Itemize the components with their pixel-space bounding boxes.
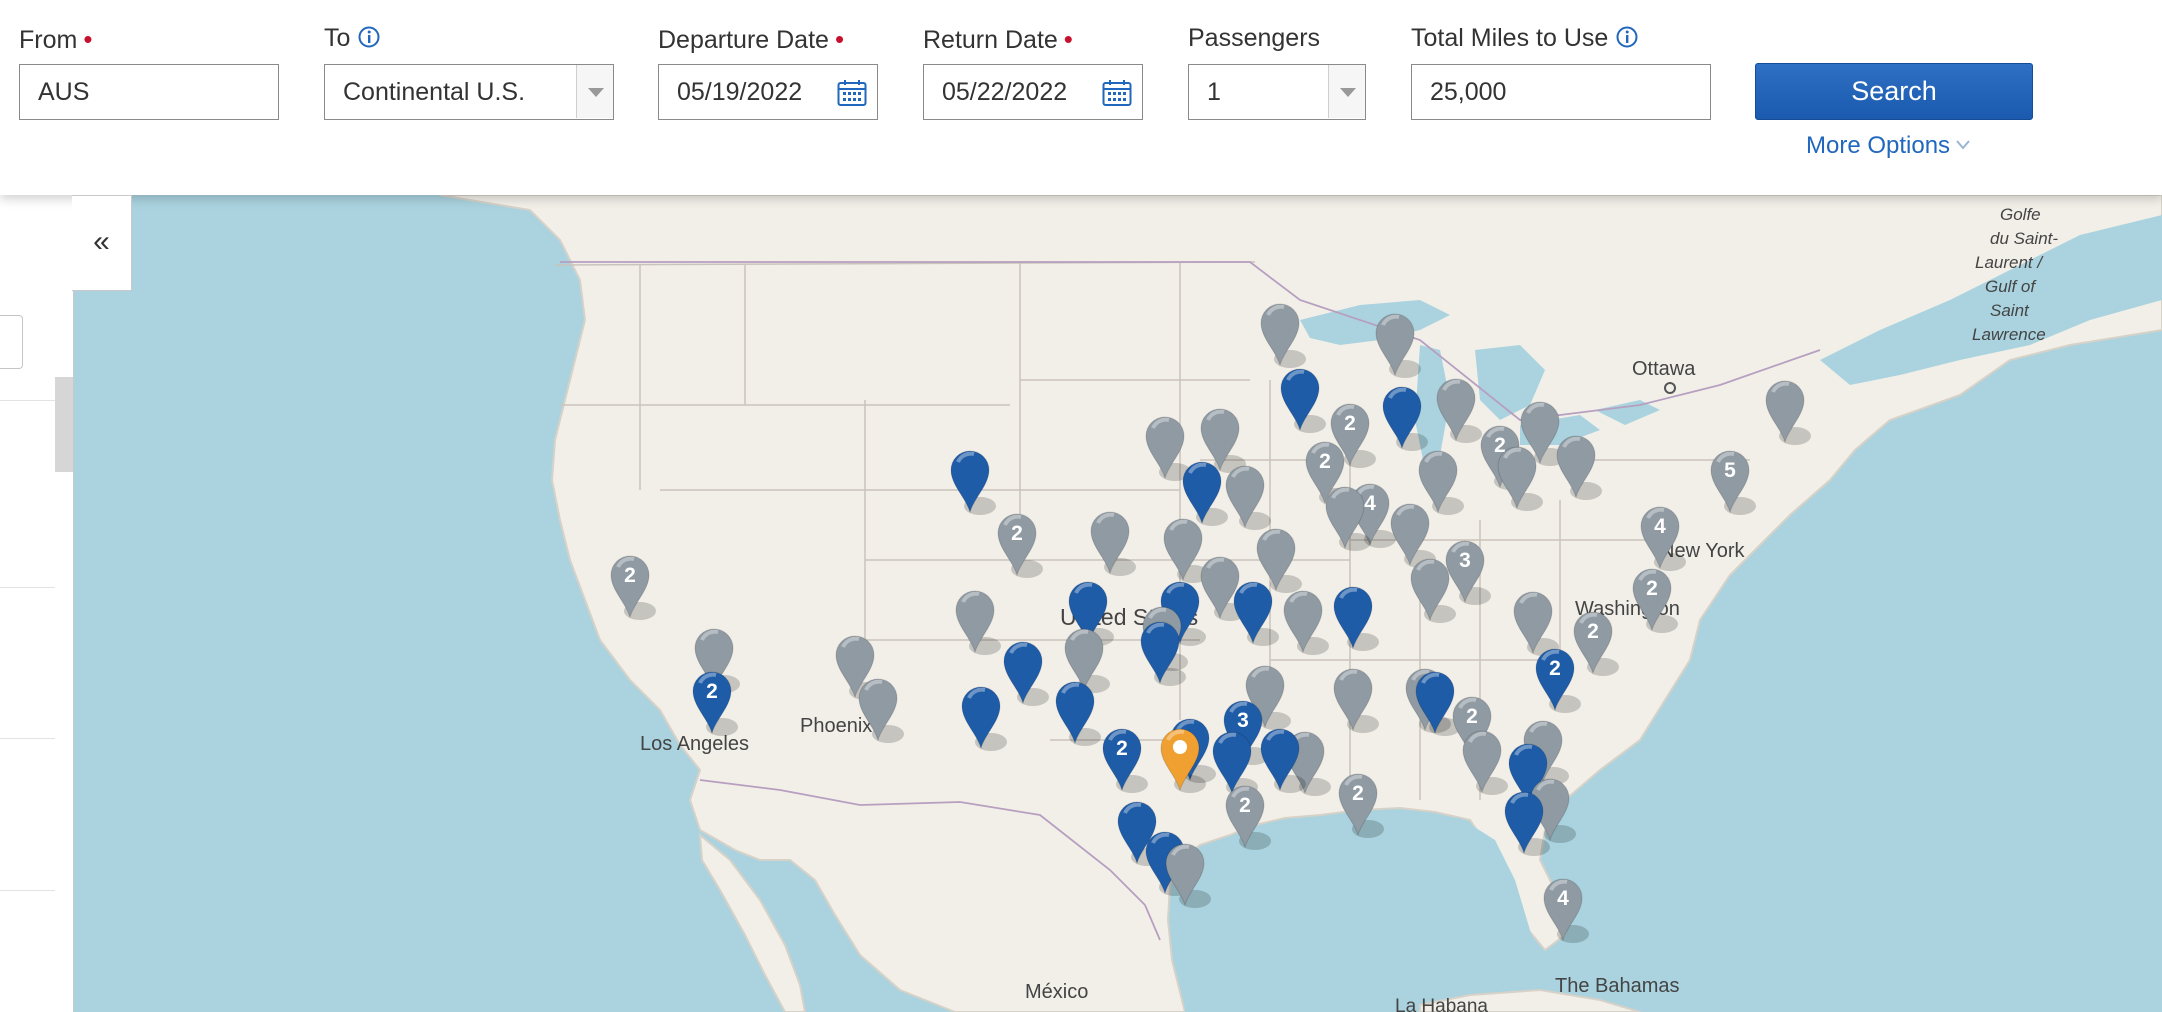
map-canvas[interactable]: United States Los Angeles Phoenix Washin… bbox=[0, 195, 2162, 1012]
departure-value: 05/19/2022 bbox=[677, 78, 803, 106]
passengers-select[interactable]: 1 bbox=[1188, 64, 1366, 120]
to-label: To bbox=[324, 24, 380, 53]
miles-label: Total Miles to Use bbox=[1411, 24, 1638, 53]
divider bbox=[0, 738, 55, 739]
required-dot: • bbox=[1063, 24, 1073, 54]
label-havana: La Habana bbox=[1395, 996, 1488, 1012]
marker-count: 2 bbox=[1587, 620, 1599, 643]
info-icon[interactable] bbox=[358, 26, 380, 48]
marker-count: 2 bbox=[1549, 657, 1561, 680]
baja-california bbox=[698, 832, 807, 1012]
miles-value: 25,000 bbox=[1430, 78, 1507, 106]
info-icon[interactable] bbox=[1616, 26, 1638, 48]
divider bbox=[0, 400, 55, 401]
return-date-input[interactable]: 05/22/2022 bbox=[923, 64, 1143, 120]
from-value: AUS bbox=[38, 78, 90, 106]
gulf-label-line3: Laurent / bbox=[1975, 253, 2044, 272]
marker-count: 2 bbox=[1466, 705, 1478, 728]
search-bar: From • AUS To Continental U.S. Departure … bbox=[0, 0, 2162, 195]
required-dot: • bbox=[83, 24, 93, 54]
gulf-label-line4: Gulf of bbox=[1985, 277, 2037, 296]
chevron-down-icon[interactable] bbox=[576, 65, 613, 118]
marker-count: 2 bbox=[1319, 450, 1331, 473]
results-side-panel bbox=[0, 195, 74, 1012]
marker-count: 2 bbox=[1116, 737, 1128, 760]
marker-count: 5 bbox=[1724, 459, 1736, 482]
departure-date-input[interactable]: 05/19/2022 bbox=[658, 64, 878, 120]
from-label-text: From bbox=[19, 26, 78, 54]
calendar-icon[interactable] bbox=[837, 79, 867, 107]
marker-count: 4 bbox=[1557, 887, 1569, 910]
required-dot: • bbox=[834, 24, 845, 54]
label-ottawa: Ottawa bbox=[1632, 358, 1696, 380]
miles-label-text: Total Miles to Use bbox=[1411, 24, 1609, 52]
search-button[interactable]: Search bbox=[1755, 63, 2033, 120]
origin-dot bbox=[1173, 740, 1187, 754]
marker-count: 3 bbox=[1237, 709, 1249, 732]
marker-count: 3 bbox=[1459, 549, 1471, 572]
marker-count: 2 bbox=[1344, 412, 1356, 435]
gulf-label-line2: du Saint- bbox=[1990, 229, 2058, 248]
marker-count: 2 bbox=[624, 564, 636, 587]
gulf-of-mexico bbox=[1178, 812, 1545, 1012]
passengers-label-text: Passengers bbox=[1188, 24, 1321, 52]
more-options-text: More Options bbox=[1806, 132, 1951, 159]
label-phoenix: Phoenix bbox=[800, 715, 872, 737]
passengers-value: 1 bbox=[1207, 78, 1221, 106]
gulf-label-line6: Lawrence bbox=[1972, 325, 2046, 344]
collapse-panel-button[interactable]: « bbox=[72, 195, 132, 291]
divider bbox=[0, 890, 55, 891]
marker-count: 2 bbox=[1011, 522, 1023, 545]
scrollbar-thumb[interactable] bbox=[55, 377, 73, 472]
divider bbox=[0, 587, 55, 588]
gulf-label-line1: Golfe bbox=[2000, 205, 2041, 224]
return-label-text: Return Date bbox=[923, 26, 1058, 54]
return-label: Return Date • bbox=[923, 24, 1073, 55]
to-label-text: To bbox=[324, 24, 351, 52]
panel-input-stub[interactable] bbox=[0, 315, 23, 369]
more-options-link[interactable]: More Options bbox=[1806, 132, 1970, 160]
departure-label-text: Departure Date bbox=[658, 26, 829, 54]
marker-count: 4 bbox=[1654, 515, 1666, 538]
passengers-label: Passengers bbox=[1188, 24, 1320, 53]
marker-count: 4 bbox=[1364, 492, 1376, 515]
marker-count: 2 bbox=[1239, 794, 1251, 817]
from-label: From • bbox=[19, 24, 92, 55]
chevron-down-icon[interactable] bbox=[1328, 65, 1365, 118]
marker-count: 2 bbox=[1352, 782, 1364, 805]
departure-label: Departure Date • bbox=[658, 24, 844, 55]
label-mexico: México bbox=[1025, 981, 1088, 1003]
to-value: Continental U.S. bbox=[343, 78, 526, 106]
calendar-icon[interactable] bbox=[1102, 79, 1132, 107]
chevron-down-icon bbox=[1956, 140, 1970, 150]
miles-input[interactable]: 25,000 bbox=[1411, 64, 1711, 120]
gulf-label-line5: Saint bbox=[1990, 301, 2030, 320]
marker-count: 2 bbox=[1646, 577, 1658, 600]
return-value: 05/22/2022 bbox=[942, 78, 1068, 106]
map[interactable]: United States Los Angeles Phoenix Washin… bbox=[0, 195, 2162, 1012]
to-select[interactable]: Continental U.S. bbox=[324, 64, 614, 120]
label-bahamas: The Bahamas bbox=[1555, 975, 1680, 997]
marker-count: 2 bbox=[706, 680, 718, 703]
from-input[interactable]: AUS bbox=[19, 64, 279, 120]
label-los-angeles: Los Angeles bbox=[640, 733, 749, 755]
